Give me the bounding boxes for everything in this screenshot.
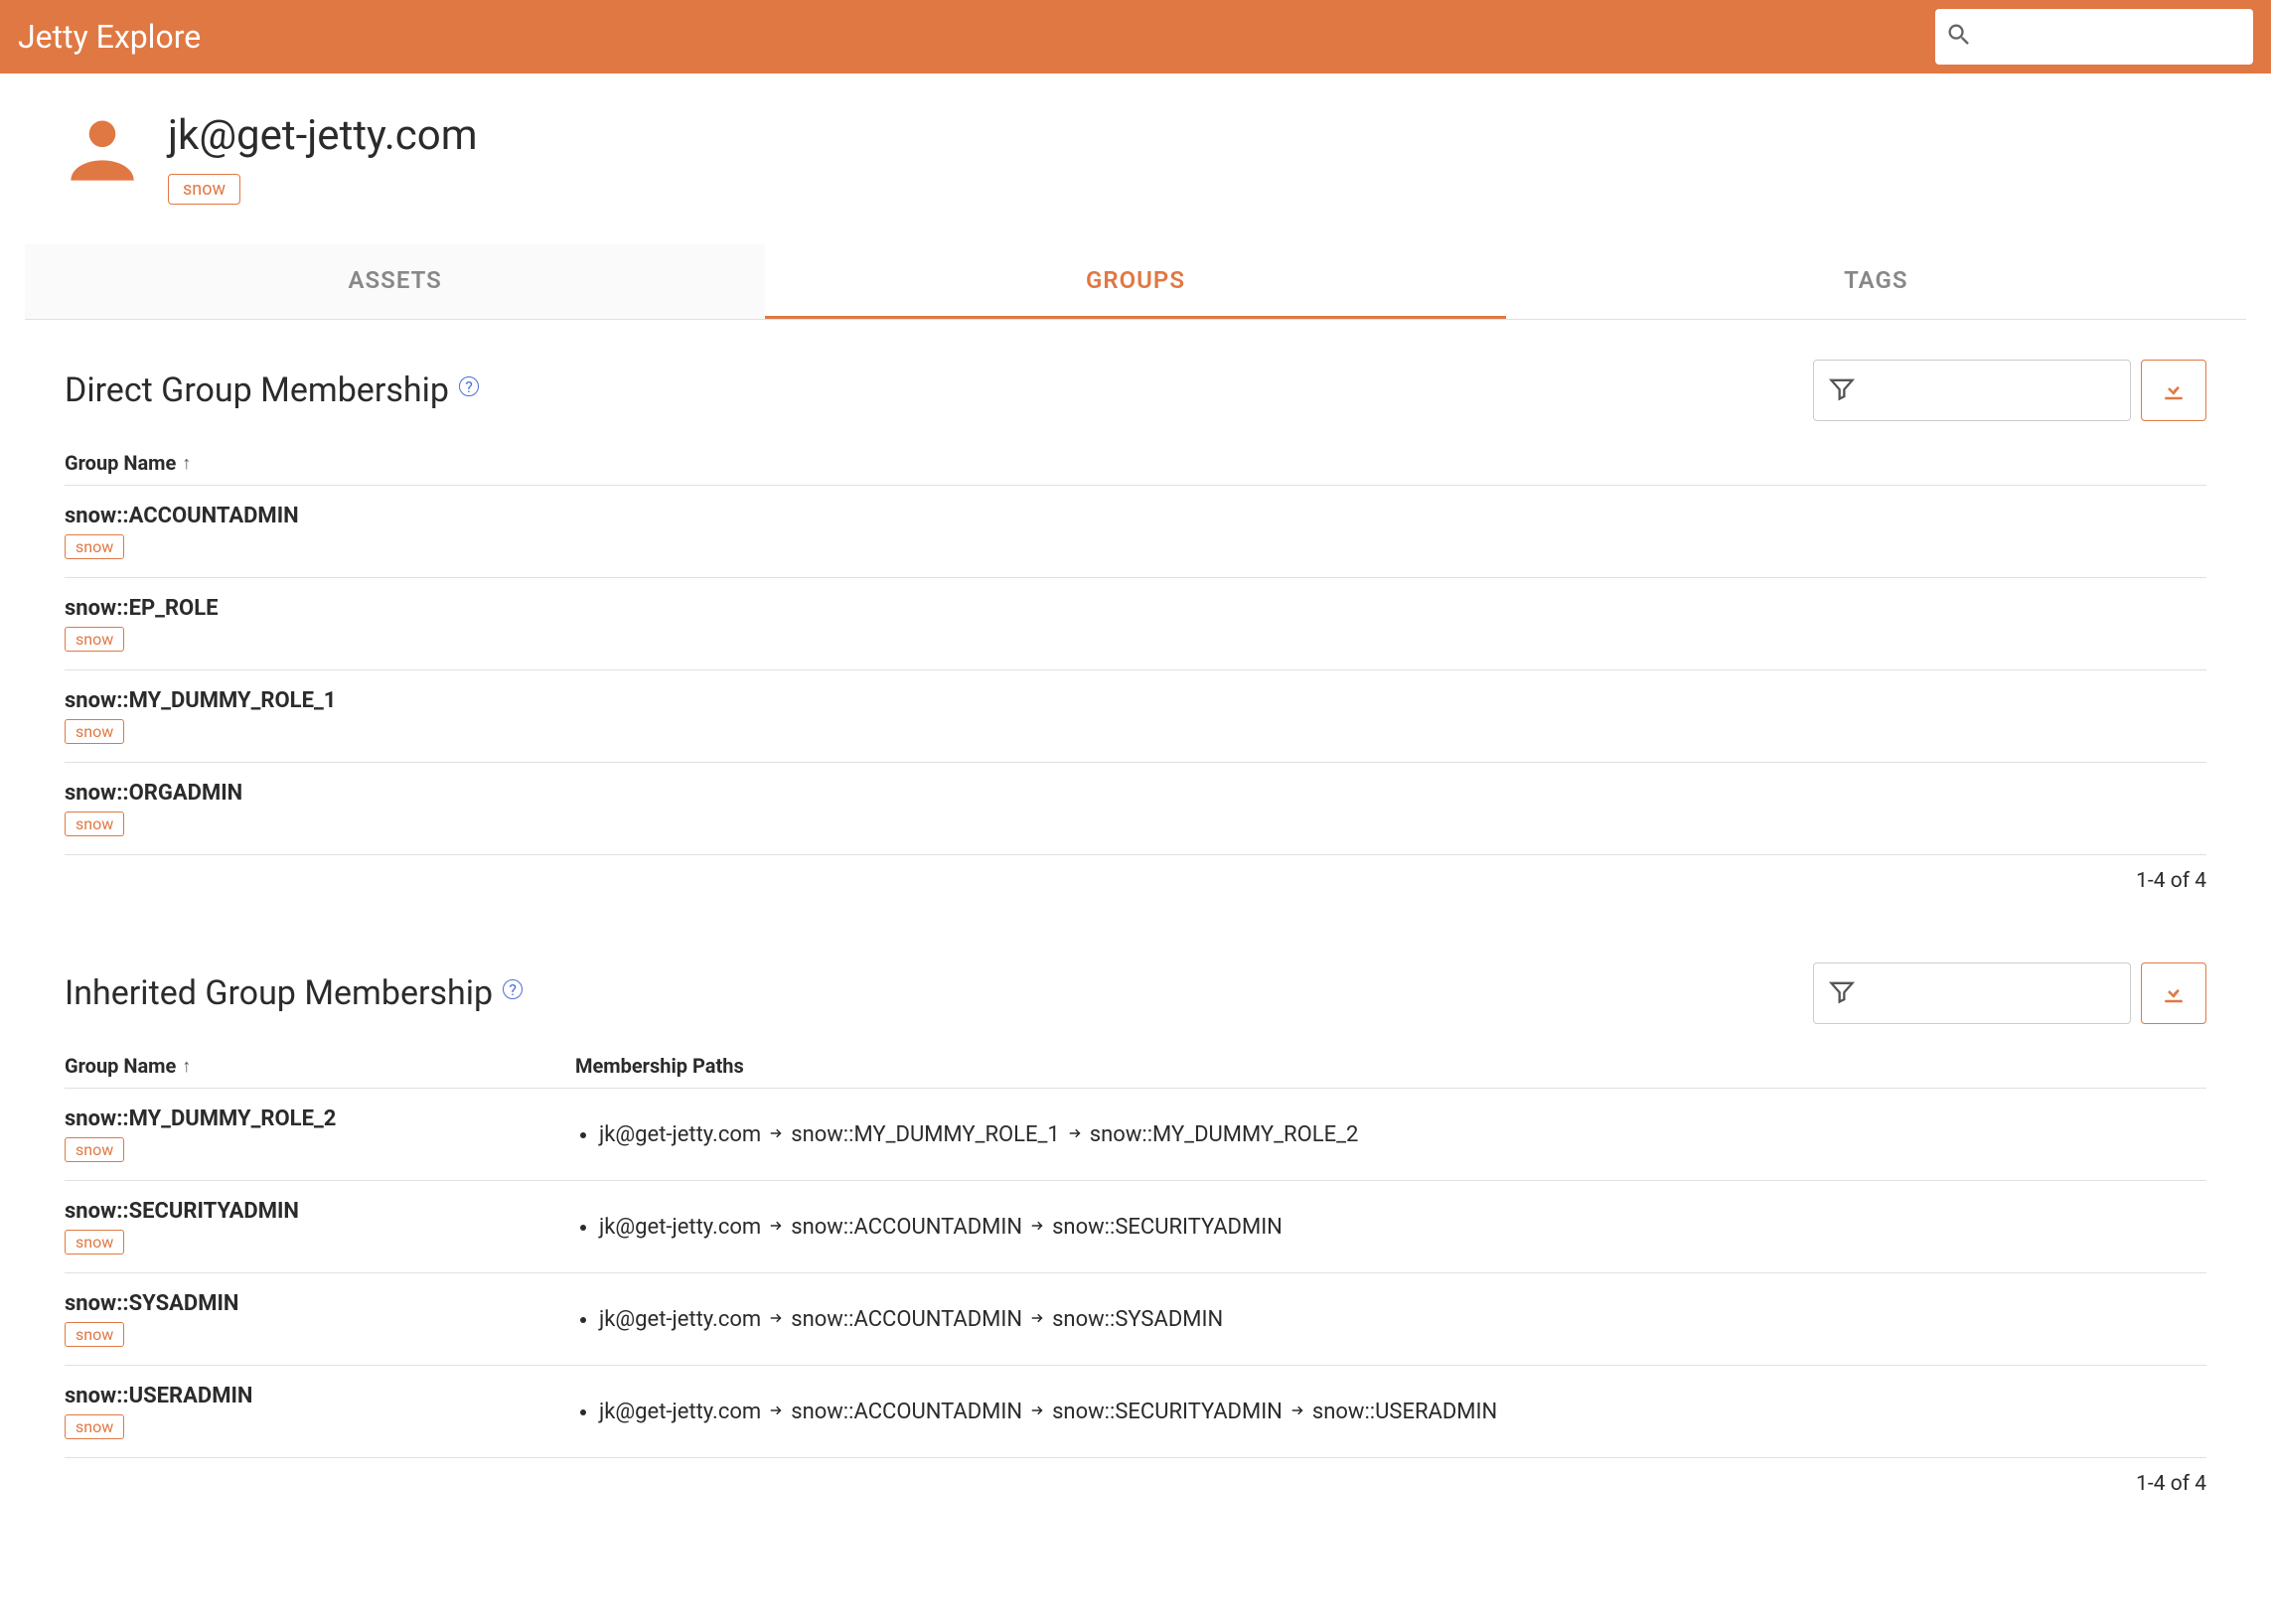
col-group-name-label: Group Name (65, 1054, 176, 1078)
table-row[interactable]: snow::EP_ROLEsnow (65, 578, 2206, 670)
sort-asc-icon: ↑ (182, 1056, 191, 1077)
app-header: Jetty Explore (0, 0, 2271, 74)
filter-input-inherited[interactable] (1813, 962, 2131, 1024)
path-segment: jk@get-jetty.com (599, 1400, 761, 1424)
col-membership-paths[interactable]: Membership Paths (575, 1054, 2206, 1078)
col-paths-label: Membership Paths (575, 1054, 744, 1078)
pager-inherited: 1-4 of 4 (65, 1458, 2206, 1526)
filter-input-direct[interactable] (1813, 360, 2131, 421)
avatar-icon (65, 111, 140, 191)
path-segment: snow::ACCOUNTADMIN (791, 1307, 1022, 1332)
table-row[interactable]: snow::SECURITYADMINsnow jk@get-jetty.com s… (65, 1181, 2206, 1273)
arrow-right-icon (1028, 1305, 1046, 1335)
source-badge: snow (65, 1414, 124, 1439)
arrow-right-icon (767, 1305, 785, 1335)
download-button-direct[interactable] (2141, 360, 2206, 421)
group-name: snow::ORGADMIN (65, 781, 2206, 806)
path-segment: jk@get-jetty.com (599, 1215, 761, 1240)
user-header: jk@get-jetty.com snow (25, 74, 2246, 224)
app-title: Jetty Explore (18, 18, 201, 56)
tab-tags[interactable]: TAGS (1506, 244, 2246, 319)
col-group-name-inherited[interactable]: Group Name ↑ (65, 1054, 575, 1078)
col-group-name-direct[interactable]: Group Name ↑ (65, 451, 2206, 475)
path-segment: snow::SECURITYADMIN (1052, 1215, 1283, 1240)
user-email: jk@get-jetty.com (168, 111, 478, 160)
source-badge: snow (65, 1137, 124, 1162)
path-segment: snow::MY_DUMMY_ROLE_2 (1090, 1122, 1359, 1147)
arrow-right-icon (767, 1120, 785, 1150)
path-segment: snow::ACCOUNTADMIN (791, 1215, 1022, 1240)
path-segment: snow::USERADMIN (1312, 1400, 1497, 1424)
group-name: snow::ACCOUNTADMIN (65, 504, 2206, 528)
download-icon (2159, 373, 2189, 407)
help-icon[interactable]: ? (503, 979, 523, 999)
search-box[interactable] (1935, 9, 2253, 65)
filter-icon (1828, 374, 1856, 406)
group-name: snow::SECURITYADMIN (65, 1199, 575, 1224)
membership-path: jk@get-jetty.com snow::MY_DUMMY_ROLE_1 sno… (599, 1118, 2206, 1151)
path-segment: snow::MY_DUMMY_ROLE_1 (791, 1122, 1060, 1147)
group-name: snow::EP_ROLE (65, 596, 2206, 621)
inherited-title: Inherited Group Membership (65, 973, 493, 1013)
user-source-badge: snow (168, 174, 240, 205)
filter-icon (1828, 977, 1856, 1009)
help-icon[interactable]: ? (459, 376, 479, 396)
path-segment: jk@get-jetty.com (599, 1307, 761, 1332)
table-row[interactable]: snow::MY_DUMMY_ROLE_1snow (65, 670, 2206, 763)
section-direct-groups: Direct Group Membership ? Group Name (25, 320, 2246, 923)
source-badge: snow (65, 1230, 124, 1255)
group-name: snow::MY_DUMMY_ROLE_2 (65, 1107, 575, 1131)
table-row[interactable]: snow::SYSADMINsnow jk@get-jetty.com snow::… (65, 1273, 2206, 1366)
arrow-right-icon (1028, 1398, 1046, 1427)
arrow-right-icon (1028, 1213, 1046, 1243)
source-badge: snow (65, 1322, 124, 1347)
table-row[interactable]: snow::MY_DUMMY_ROLE_2snow jk@get-jetty.co… (65, 1089, 2206, 1181)
membership-path-list: jk@get-jetty.com snow::ACCOUNTADMIN snow::… (575, 1211, 2206, 1244)
source-badge: snow (65, 627, 124, 652)
path-segment: snow::SYSADMIN (1052, 1307, 1223, 1332)
membership-path: jk@get-jetty.com snow::ACCOUNTADMIN snow::… (599, 1396, 2206, 1428)
group-name: snow::MY_DUMMY_ROLE_1 (65, 688, 2206, 713)
membership-path-list: jk@get-jetty.com snow::ACCOUNTADMIN snow::… (575, 1396, 2206, 1428)
tabs: ASSETS GROUPS TAGS (25, 244, 2246, 320)
source-badge: snow (65, 719, 124, 744)
search-icon (1945, 21, 1973, 53)
table-row[interactable]: snow::USERADMINsnow jk@get-jetty.com snow:… (65, 1366, 2206, 1458)
tab-assets[interactable]: ASSETS (25, 244, 765, 319)
download-icon (2159, 976, 2189, 1010)
path-segment: jk@get-jetty.com (599, 1122, 761, 1147)
membership-path: jk@get-jetty.com snow::ACCOUNTADMIN snow::… (599, 1211, 2206, 1244)
section-inherited-groups: Inherited Group Membership ? Group Name (25, 923, 2246, 1526)
arrow-right-icon (1066, 1120, 1084, 1150)
membership-path-list: jk@get-jetty.com snow::MY_DUMMY_ROLE_1 sno… (575, 1118, 2206, 1151)
arrow-right-icon (767, 1398, 785, 1427)
search-input[interactable] (1981, 28, 2243, 46)
table-row[interactable]: snow::ORGADMINsnow (65, 763, 2206, 855)
direct-title: Direct Group Membership (65, 370, 449, 410)
pager-direct: 1-4 of 4 (65, 855, 2206, 923)
group-name: snow::SYSADMIN (65, 1291, 575, 1316)
membership-path-list: jk@get-jetty.com snow::ACCOUNTADMIN snow::… (575, 1303, 2206, 1336)
arrow-right-icon (767, 1213, 785, 1243)
path-segment: snow::SECURITYADMIN (1052, 1400, 1283, 1424)
arrow-right-icon (1288, 1398, 1306, 1427)
table-row[interactable]: snow::ACCOUNTADMINsnow (65, 486, 2206, 578)
download-button-inherited[interactable] (2141, 962, 2206, 1024)
group-name: snow::USERADMIN (65, 1384, 575, 1408)
path-segment: snow::ACCOUNTADMIN (791, 1400, 1022, 1424)
sort-asc-icon: ↑ (182, 453, 191, 474)
tab-groups[interactable]: GROUPS (765, 244, 1505, 319)
source-badge: snow (65, 812, 124, 836)
main-content: jk@get-jetty.com snow ASSETS GROUPS TAGS… (13, 74, 2258, 1526)
membership-path: jk@get-jetty.com snow::ACCOUNTADMIN snow::… (599, 1303, 2206, 1336)
col-group-name-label: Group Name (65, 451, 176, 475)
source-badge: snow (65, 534, 124, 559)
